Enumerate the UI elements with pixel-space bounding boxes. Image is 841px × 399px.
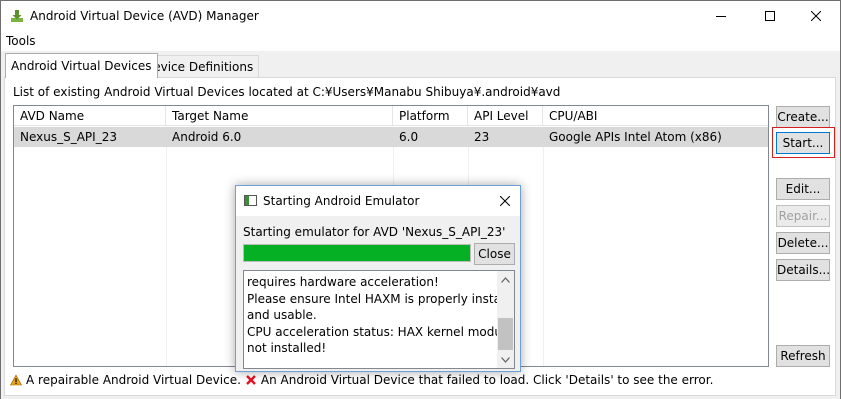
log-line: requires hardware acceleration!	[247, 275, 439, 289]
maximize-icon	[765, 11, 775, 21]
log-line: not installed!	[247, 341, 327, 355]
minimize-button[interactable]	[698, 1, 744, 31]
log-scrollbar[interactable]	[497, 271, 514, 368]
cell-platform: 6.0	[399, 130, 419, 144]
error-icon	[246, 375, 256, 385]
log-line: Please ensure Intel HAXM is properly ins…	[247, 291, 515, 306]
scroll-up-arrow[interactable]	[497, 271, 514, 288]
maximize-button[interactable]	[747, 1, 793, 31]
progress-bar	[243, 244, 471, 262]
log-line: and usable.	[247, 308, 317, 322]
edit-button[interactable]: Edit...	[776, 178, 830, 200]
dialog-title-bar: Starting Android Emulator	[236, 186, 520, 216]
failed-legend-text: An Android Virtual Device that failed to…	[260, 373, 714, 387]
details-button[interactable]: Details...	[776, 259, 830, 281]
scroll-down-arrow[interactable]	[497, 351, 514, 368]
cell-cpu-abi: Google APIs Intel Atom (x86)	[549, 130, 722, 144]
dialog-close-x-button[interactable]	[490, 186, 520, 216]
emulator-window-icon	[244, 195, 257, 206]
dialog-message: Starting emulator for AVD 'Nexus_S_API_2…	[243, 225, 506, 239]
log-line: CPU acceleration status: HAX kernel modu…	[247, 324, 515, 339]
repairable-legend-text: A repairable Android Virtual Device.	[26, 373, 241, 387]
emulator-log-text: requires hardware acceleration! Please en…	[247, 274, 515, 357]
dialog-title: Starting Android Emulator	[263, 194, 420, 208]
cell-avd-name: Nexus_S_API_23	[20, 130, 117, 144]
cell-api-level: 23	[474, 130, 490, 144]
chevron-up-icon	[501, 276, 510, 283]
column-header-api-level[interactable]: API Level	[468, 106, 543, 126]
start-button[interactable]: Start...	[776, 132, 830, 154]
scroll-thumb[interactable]	[498, 318, 513, 350]
refresh-button[interactable]: Refresh	[776, 345, 830, 367]
close-icon	[811, 11, 821, 21]
cell-target-name: Android 6.0	[172, 130, 242, 144]
title-bar: Android Virtual Device (AVD) Manager	[1, 1, 840, 31]
column-header-avd-name[interactable]: AVD Name	[14, 106, 166, 126]
column-header-cpu-abi[interactable]: CPU/ABI	[543, 106, 768, 126]
minimize-icon	[716, 16, 726, 17]
progress-bar-fill	[244, 245, 470, 261]
column-header-platform[interactable]: Platform	[393, 106, 468, 126]
close-button[interactable]	[793, 1, 839, 31]
dialog-body: Starting emulator for AVD 'Nexus_S_API_2…	[236, 216, 520, 371]
create-button[interactable]: Create...	[776, 106, 830, 128]
dialog-close-button[interactable]: Close	[474, 243, 515, 265]
table-row[interactable]: Nexus_S_API_23 Android 6.0 6.0 23 Google…	[14, 127, 768, 147]
delete-button[interactable]: Delete...	[776, 232, 830, 254]
status-legend: A repairable Android Virtual Device. An …	[10, 373, 713, 387]
emulator-log-textarea[interactable]: requires hardware acceleration! Please en…	[243, 270, 515, 369]
tab-android-virtual-devices[interactable]: Android Virtual Devices	[5, 53, 158, 78]
menu-tools[interactable]: Tools	[6, 34, 36, 48]
starting-emulator-dialog: Starting Android Emulator Starting emula…	[235, 185, 521, 372]
android-download-icon	[11, 10, 23, 22]
warning-icon	[10, 374, 22, 386]
close-icon	[500, 196, 510, 206]
menu-bar: Tools	[1, 31, 840, 51]
avd-location-caption: List of existing Android Virtual Devices…	[13, 85, 561, 99]
chevron-down-icon	[501, 356, 510, 363]
window-title: Android Virtual Device (AVD) Manager	[30, 9, 259, 23]
repair-button[interactable]: Repair...	[776, 205, 830, 227]
table-header: AVD Name Target Name Platform API Level …	[14, 106, 768, 126]
column-header-target-name[interactable]: Target Name	[166, 106, 393, 126]
